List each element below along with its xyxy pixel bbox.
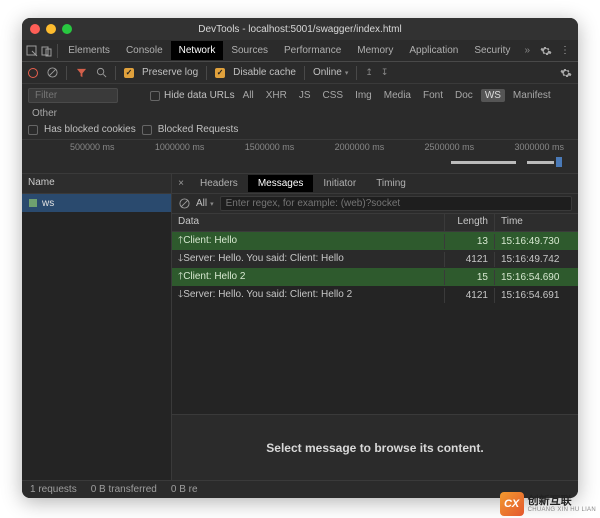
tab-console[interactable]: Console — [118, 41, 171, 60]
message-regex-input[interactable] — [220, 196, 572, 211]
timeline-tick: 1000000 ms — [155, 142, 205, 152]
devtools-window: DevTools - localhost:5001/swagger/index.… — [22, 18, 578, 498]
search-icon[interactable] — [95, 67, 107, 79]
timeline-tick: 2500000 ms — [425, 142, 475, 152]
upload-icon[interactable]: ↥ — [365, 67, 373, 78]
record-button[interactable] — [28, 68, 38, 78]
subtab-messages[interactable]: Messages — [248, 175, 314, 192]
tab-performance[interactable]: Performance — [276, 41, 349, 60]
messages-toolbar: All — [172, 194, 578, 214]
status-transferred: 0 B transferred — [91, 484, 157, 495]
filter-type-css[interactable]: CSS — [319, 89, 348, 102]
inspector-tabs: × Headers Messages Initiator Timing — [172, 174, 578, 194]
message-preview: Select message to browse its content. — [172, 414, 578, 480]
message-row[interactable]: 🡑Client: Hello 2 15 15:16:54.690 — [172, 268, 578, 286]
hide-data-urls-label: Hide data URLs — [164, 90, 235, 101]
filter-type-ws[interactable]: WS — [481, 89, 505, 102]
timeline-tick: 1500000 ms — [245, 142, 295, 152]
clear-icon[interactable] — [46, 67, 58, 79]
inspect-icon[interactable] — [26, 45, 41, 57]
filter-type-xhr[interactable]: XHR — [262, 89, 291, 102]
inspector-pane: × Headers Messages Initiator Timing All … — [172, 174, 578, 480]
col-length[interactable]: Length — [444, 214, 494, 231]
filter-type-media[interactable]: Media — [380, 89, 415, 102]
message-filter-dropdown[interactable]: All — [196, 198, 214, 209]
content-split: Name ws × Headers Messages Initiator Tim… — [22, 174, 578, 480]
blocked-cookies-label: Has blocked cookies — [44, 124, 136, 135]
filter-type-all[interactable]: All — [239, 89, 258, 102]
requests-pane: Name ws — [22, 174, 172, 480]
preserve-log-checkbox[interactable]: ✓ — [124, 68, 134, 78]
message-row[interactable]: 🡑Client: Hello 13 15:16:49.730 — [172, 232, 578, 250]
message-row[interactable]: 🡓Server: Hello. You said: Client: Hello … — [172, 250, 578, 268]
blocked-requests-label: Blocked Requests — [158, 124, 239, 135]
hide-data-urls-checkbox[interactable] — [150, 91, 160, 101]
status-resources: 0 B re — [171, 484, 198, 495]
tab-network[interactable]: Network — [171, 41, 224, 60]
main-tabs: Elements Console Network Sources Perform… — [22, 40, 578, 62]
filter-type-font[interactable]: Font — [419, 89, 447, 102]
tab-sources[interactable]: Sources — [223, 41, 276, 60]
disable-cache-checkbox[interactable]: ✓ — [215, 68, 225, 78]
filter-type-other[interactable]: Other — [28, 107, 61, 120]
filter-type-manifest[interactable]: Manifest — [509, 89, 555, 102]
col-data[interactable]: Data — [172, 214, 444, 231]
websocket-icon — [28, 198, 38, 208]
clear-messages-icon[interactable] — [178, 198, 190, 210]
filter-bar: Hide data URLs All XHR JS CSS Img Media … — [22, 84, 578, 140]
filter-input[interactable] — [28, 88, 118, 103]
disable-cache-label: Disable cache — [233, 67, 296, 78]
subtab-initiator[interactable]: Initiator — [313, 175, 366, 192]
messages-table: Data Length Time 🡑Client: Hello 13 15:16… — [172, 214, 578, 480]
col-time[interactable]: Time — [494, 214, 578, 231]
subtab-headers[interactable]: Headers — [190, 175, 248, 192]
download-icon[interactable]: ↧ — [381, 67, 389, 78]
blocked-cookies-checkbox[interactable] — [28, 125, 38, 135]
network-settings-icon[interactable] — [560, 67, 572, 79]
tab-elements[interactable]: Elements — [60, 41, 118, 60]
timeline-tick: 3000000 ms — [514, 142, 564, 152]
timeline-tick: 2000000 ms — [335, 142, 385, 152]
request-name: ws — [42, 198, 54, 209]
tab-application[interactable]: Application — [401, 41, 466, 60]
network-toolbar: ✓ Preserve log ✓ Disable cache Online ↥ … — [22, 62, 578, 84]
close-inspector-icon[interactable]: × — [172, 178, 190, 189]
timeline-tick: 500000 ms — [70, 142, 115, 152]
device-toolbar-icon[interactable] — [41, 45, 56, 57]
subtab-timing[interactable]: Timing — [366, 175, 416, 192]
titlebar: DevTools - localhost:5001/swagger/index.… — [22, 18, 578, 40]
blocked-requests-checkbox[interactable] — [142, 125, 152, 135]
watermark-text-cn: 创新互联 — [528, 496, 596, 507]
status-requests: 1 requests — [30, 484, 77, 495]
filter-type-js[interactable]: JS — [295, 89, 315, 102]
tab-memory[interactable]: Memory — [349, 41, 401, 60]
filter-type-img[interactable]: Img — [351, 89, 376, 102]
filter-icon[interactable] — [75, 67, 87, 79]
message-row[interactable]: 🡓Server: Hello. You said: Client: Hello … — [172, 286, 578, 304]
messages-header-row: Data Length Time — [172, 214, 578, 232]
requests-header: Name — [22, 174, 171, 194]
watermark: CX 创新互联 CHUANG XIN HU LIAN — [500, 492, 596, 516]
watermark-logo-icon: CX — [500, 492, 524, 516]
throttling-dropdown[interactable]: Online — [313, 67, 348, 78]
preserve-log-label: Preserve log — [142, 67, 198, 78]
filter-type-doc[interactable]: Doc — [451, 89, 477, 102]
more-tabs-icon[interactable]: » — [518, 45, 536, 56]
kebab-menu-icon[interactable]: ⋮ — [556, 45, 574, 56]
settings-icon[interactable] — [536, 45, 556, 57]
request-row-ws[interactable]: ws — [22, 194, 171, 212]
timeline-overview[interactable]: 500000 ms 1000000 ms 1500000 ms 2000000 … — [22, 140, 578, 174]
status-bar: 1 requests 0 B transferred 0 B re — [22, 480, 578, 498]
messages-empty-area — [172, 304, 578, 414]
tab-security[interactable]: Security — [466, 41, 518, 60]
window-title: DevTools - localhost:5001/swagger/index.… — [22, 24, 578, 35]
watermark-text-py: CHUANG XIN HU LIAN — [528, 507, 596, 513]
